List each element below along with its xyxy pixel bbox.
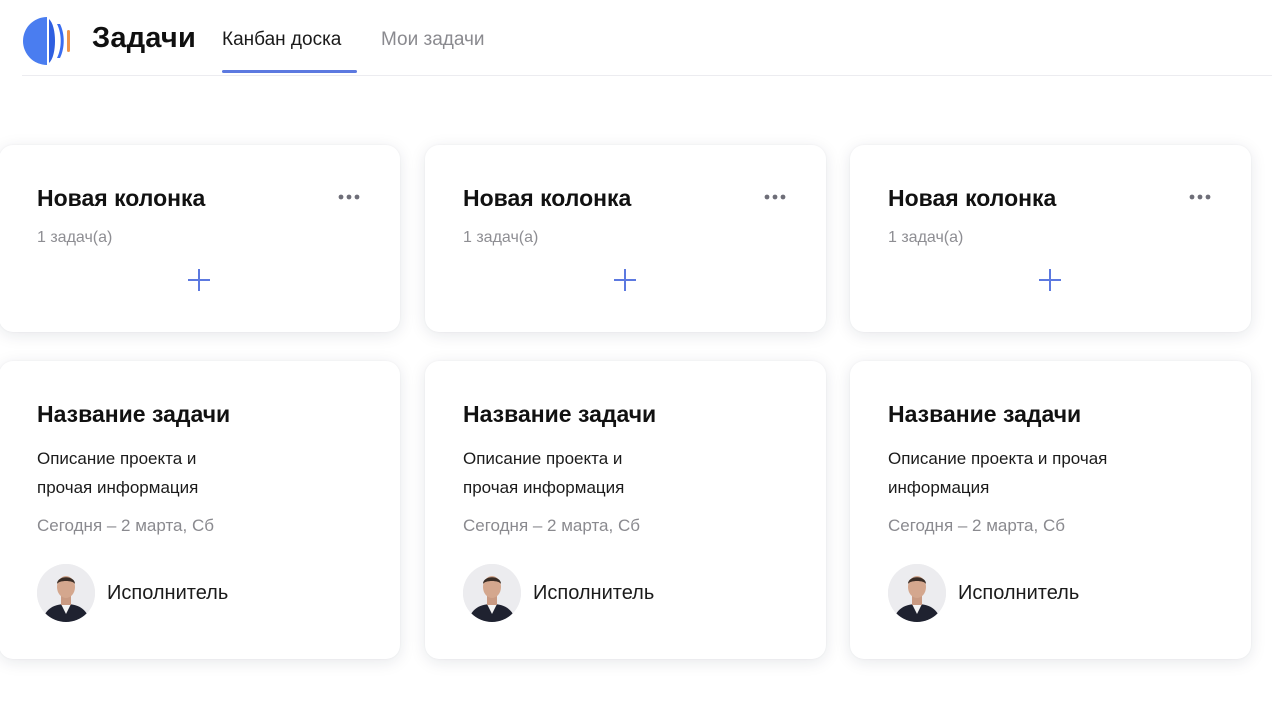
- task-title: Название задачи: [37, 401, 231, 427]
- page: Задачи Канбан доска Мои задачи Новая кол…: [0, 0, 1272, 720]
- column-card: Новая колонка 1 задач(а): [425, 145, 826, 332]
- task-card[interactable]: Название задачи Описание проекта и проча…: [0, 361, 400, 659]
- column-title: Новая колонка: [463, 185, 632, 211]
- task-date: Сегодня – 2 марта, Сб: [463, 516, 640, 535]
- assignee-name: Исполнитель: [958, 582, 1080, 604]
- column-task-count: 1 задач(а): [463, 229, 539, 246]
- task-title: Название задачи: [888, 401, 1082, 427]
- task-date: Сегодня – 2 марта, Сб: [37, 516, 214, 535]
- column-card: Новая колонка 1 задач(а): [850, 145, 1251, 332]
- plus-icon[interactable]: [186, 267, 212, 293]
- column-task-count: 1 задач(а): [888, 229, 964, 246]
- tab-my-tasks[interactable]: Мои задачи: [381, 28, 485, 52]
- column-title: Новая колонка: [888, 185, 1057, 211]
- user-avatar[interactable]: [37, 564, 95, 622]
- app-title: Задачи: [92, 22, 196, 54]
- task-title: Название задачи: [463, 401, 657, 427]
- plus-icon[interactable]: [612, 267, 638, 293]
- tab-kanban-board[interactable]: Канбан доска: [222, 28, 341, 52]
- more-horizontal-icon[interactable]: [1188, 191, 1212, 203]
- more-horizontal-icon[interactable]: [337, 191, 361, 203]
- task-date: Сегодня – 2 марта, Сб: [888, 516, 1065, 535]
- top-navigation: Задачи Канбан доска Мои задачи: [22, 0, 1272, 76]
- user-avatar[interactable]: [888, 564, 946, 622]
- task-description: Описание проекта и прочая информация: [888, 449, 1108, 497]
- column-title: Новая колонка: [37, 185, 206, 211]
- app-logo-icon[interactable]: [22, 16, 74, 66]
- assignee-name: Исполнитель: [533, 582, 655, 604]
- more-horizontal-icon[interactable]: [763, 191, 787, 203]
- column-task-count: 1 задач(а): [37, 229, 113, 246]
- task-card[interactable]: Название задачи Описание проекта и проча…: [850, 361, 1251, 659]
- active-tab-indicator: [222, 70, 357, 73]
- plus-icon[interactable]: [1037, 267, 1063, 293]
- column-card: Новая колонка 1 задач(а): [0, 145, 400, 332]
- user-avatar[interactable]: [463, 564, 521, 622]
- assignee-name: Исполнитель: [107, 582, 229, 604]
- task-description: Описание проекта и прочая информация: [463, 449, 625, 497]
- task-description: Описание проекта и прочая информация: [37, 449, 199, 497]
- task-card[interactable]: Название задачи Описание проекта и проча…: [425, 361, 826, 659]
